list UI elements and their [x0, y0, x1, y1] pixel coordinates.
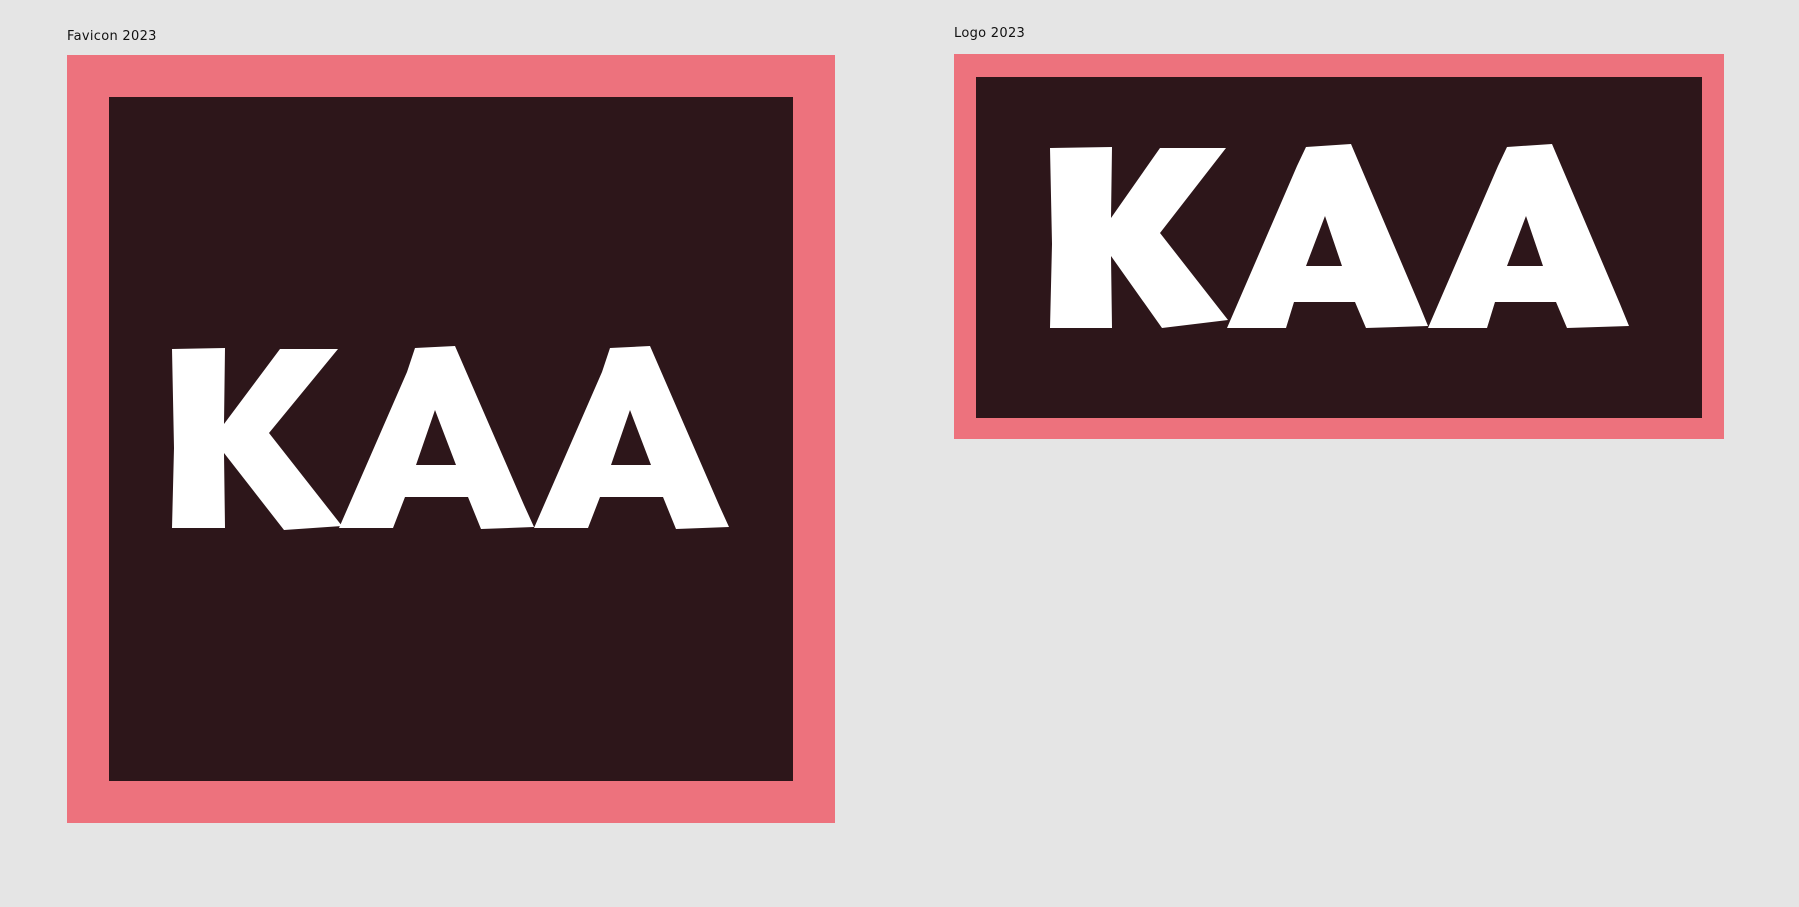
logo-artboard[interactable] — [954, 54, 1724, 439]
logo-frame-label[interactable]: Logo 2023 — [954, 26, 1025, 41]
favicon-frame-label[interactable]: Favicon 2023 — [67, 29, 157, 44]
favicon-graphic — [67, 55, 835, 823]
logo-graphic — [954, 54, 1724, 439]
favicon-artboard[interactable] — [67, 55, 835, 823]
